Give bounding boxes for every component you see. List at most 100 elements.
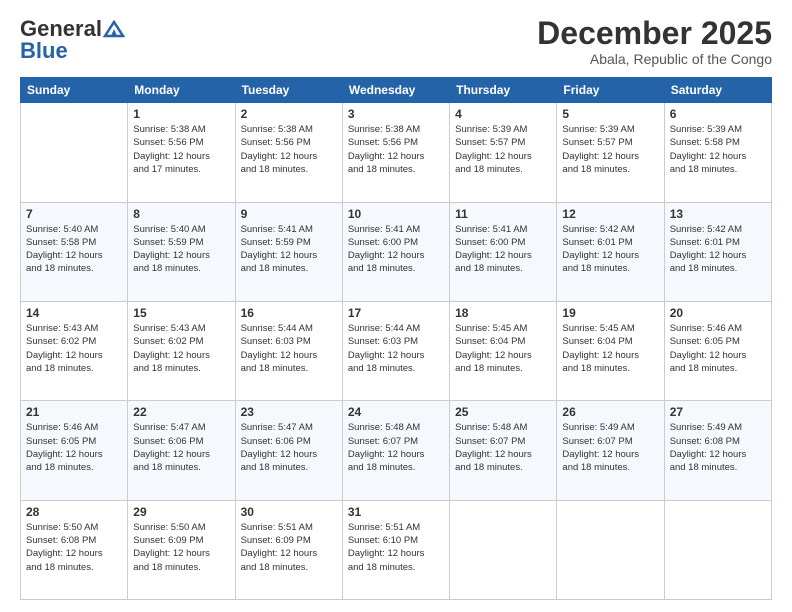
day-info-line: Sunrise: 5:41 AM	[241, 224, 313, 235]
day-info-line: and 17 minutes.	[133, 164, 201, 175]
day-info-line: and 18 minutes.	[26, 462, 94, 473]
day-info-line: Daylight: 12 hours	[562, 151, 639, 162]
day-number: 28	[26, 505, 122, 519]
day-number: 14	[26, 306, 122, 320]
day-info-line: and 18 minutes.	[455, 263, 523, 274]
day-info: Sunrise: 5:47 AMSunset: 6:06 PMDaylight:…	[241, 421, 337, 474]
day-info-line: Sunset: 6:01 PM	[562, 237, 632, 248]
day-info-line: Daylight: 12 hours	[133, 250, 210, 261]
day-info-line: Sunset: 5:56 PM	[133, 137, 203, 148]
calendar-cell	[557, 500, 664, 599]
calendar: Sunday Monday Tuesday Wednesday Thursday…	[20, 77, 772, 600]
logo: General Blue	[20, 16, 126, 64]
day-info-line: Sunset: 6:01 PM	[670, 237, 740, 248]
col-wednesday: Wednesday	[342, 78, 449, 103]
day-info-line: Sunset: 5:58 PM	[26, 237, 96, 248]
col-thursday: Thursday	[450, 78, 557, 103]
day-info-line: and 18 minutes.	[562, 363, 630, 374]
day-info-line: Sunrise: 5:42 AM	[670, 224, 742, 235]
day-info-line: Sunset: 6:03 PM	[241, 336, 311, 347]
day-info-line: Sunrise: 5:48 AM	[455, 422, 527, 433]
day-info-line: and 18 minutes.	[26, 263, 94, 274]
calendar-cell: 9Sunrise: 5:41 AMSunset: 5:59 PMDaylight…	[235, 202, 342, 301]
calendar-cell: 22Sunrise: 5:47 AMSunset: 6:06 PMDayligh…	[128, 401, 235, 500]
calendar-cell: 31Sunrise: 5:51 AMSunset: 6:10 PMDayligh…	[342, 500, 449, 599]
day-info-line: Daylight: 12 hours	[455, 350, 532, 361]
day-info-line: and 18 minutes.	[133, 263, 201, 274]
day-info-line: Daylight: 12 hours	[455, 250, 532, 261]
day-info-line: Sunrise: 5:49 AM	[562, 422, 634, 433]
day-info: Sunrise: 5:39 AM Sunset: 5:58 PM Daylight:…	[670, 123, 766, 176]
day-info: Sunrise: 5:43 AMSunset: 6:02 PMDaylight:…	[133, 322, 229, 375]
day-number: 16	[241, 306, 337, 320]
day-info-line: and 18 minutes.	[348, 562, 416, 573]
day-number: 11	[455, 207, 551, 221]
calendar-cell: 16Sunrise: 5:44 AMSunset: 6:03 PMDayligh…	[235, 301, 342, 400]
day-info: Sunrise: 5:40 AMSunset: 5:59 PMDaylight:…	[133, 223, 229, 276]
day-info-line: and 18 minutes.	[562, 263, 630, 274]
day-number: 27	[670, 405, 766, 419]
day-info-line: Sunrise: 5:43 AM	[133, 323, 205, 334]
day-number: 19	[562, 306, 658, 320]
day-info: Sunrise: 5:49 AMSunset: 6:07 PMDaylight:…	[562, 421, 658, 474]
calendar-cell: 11Sunrise: 5:41 AMSunset: 6:00 PMDayligh…	[450, 202, 557, 301]
calendar-cell: 26Sunrise: 5:49 AMSunset: 6:07 PMDayligh…	[557, 401, 664, 500]
day-info: Sunrise: 5:47 AMSunset: 6:06 PMDaylight:…	[133, 421, 229, 474]
day-number: 30	[241, 505, 337, 519]
day-info-line: Daylight: 12 hours	[670, 151, 747, 162]
calendar-cell	[21, 103, 128, 202]
calendar-cell: 20Sunrise: 5:46 AMSunset: 6:05 PMDayligh…	[664, 301, 771, 400]
day-info-line: Daylight: 12 hours	[133, 151, 210, 162]
day-number: 9	[241, 207, 337, 221]
day-info-line: Sunset: 6:10 PM	[348, 535, 418, 546]
day-info-line: Daylight: 12 hours	[348, 548, 425, 559]
day-info-line: Daylight: 12 hours	[455, 449, 532, 460]
day-number: 6	[670, 107, 766, 121]
calendar-cell: 6 Sunrise: 5:39 AM Sunset: 5:58 PM Daylight…	[664, 103, 771, 202]
day-info-line: Sunrise: 5:42 AM	[562, 224, 634, 235]
day-info-line: and 18 minutes.	[348, 164, 416, 175]
day-info-line: Sunrise: 5:51 AM	[241, 522, 313, 533]
calendar-header-row: Sunday Monday Tuesday Wednesday Thursday…	[21, 78, 772, 103]
logo-icon	[103, 20, 125, 38]
calendar-week-0: 1Sunrise: 5:38 AMSunset: 5:56 PMDaylight…	[21, 103, 772, 202]
day-info-line: Daylight: 12 hours	[348, 151, 425, 162]
day-info-line: and 18 minutes.	[670, 263, 738, 274]
day-number: 24	[348, 405, 444, 419]
calendar-cell: 3Sunrise: 5:38 AMSunset: 5:56 PMDaylight…	[342, 103, 449, 202]
day-info-line: Sunrise: 5:51 AM	[348, 522, 420, 533]
day-info-line: Sunrise: 5:39 AM	[670, 124, 742, 135]
day-info-line: Sunset: 6:07 PM	[348, 436, 418, 447]
day-info-line: Sunset: 5:58 PM	[670, 137, 740, 148]
day-info-line: Sunset: 6:04 PM	[562, 336, 632, 347]
day-info-line: and 18 minutes.	[26, 562, 94, 573]
day-number: 13	[670, 207, 766, 221]
day-info-line: and 18 minutes.	[348, 462, 416, 473]
day-info: Sunrise: 5:51 AMSunset: 6:09 PMDaylight:…	[241, 521, 337, 574]
day-info-line: and 18 minutes.	[455, 363, 523, 374]
day-info-line: Daylight: 12 hours	[26, 250, 103, 261]
day-info-line: Sunrise: 5:45 AM	[455, 323, 527, 334]
day-info: Sunrise: 5:45 AMSunset: 6:04 PMDaylight:…	[455, 322, 551, 375]
col-saturday: Saturday	[664, 78, 771, 103]
day-info-line: Sunrise: 5:48 AM	[348, 422, 420, 433]
day-info-line: Daylight: 12 hours	[26, 548, 103, 559]
day-info: Sunrise: 5:42 AMSunset: 6:01 PMDaylight:…	[670, 223, 766, 276]
day-info: Sunrise: 5:39 AMSunset: 5:57 PMDaylight:…	[455, 123, 551, 176]
day-info: Sunrise: 5:41 AMSunset: 6:00 PMDaylight:…	[348, 223, 444, 276]
day-info-line: Sunset: 6:07 PM	[455, 436, 525, 447]
day-number: 25	[455, 405, 551, 419]
day-info-line: Sunrise: 5:49 AM	[670, 422, 742, 433]
day-info-line: Sunset: 6:03 PM	[348, 336, 418, 347]
day-number: 23	[241, 405, 337, 419]
day-info-line: Sunrise: 5:47 AM	[241, 422, 313, 433]
month-title: December 2025	[537, 16, 772, 51]
day-info: Sunrise: 5:49 AMSunset: 6:08 PMDaylight:…	[670, 421, 766, 474]
day-info-line: and 18 minutes.	[241, 263, 309, 274]
day-info-line: Sunset: 6:00 PM	[348, 237, 418, 248]
day-info-line: Daylight: 12 hours	[562, 250, 639, 261]
day-info-line: Sunrise: 5:45 AM	[562, 323, 634, 334]
calendar-cell: 10Sunrise: 5:41 AMSunset: 6:00 PMDayligh…	[342, 202, 449, 301]
day-info-line: and 18 minutes.	[133, 462, 201, 473]
day-info: Sunrise: 5:43 AMSunset: 6:02 PMDaylight:…	[26, 322, 122, 375]
